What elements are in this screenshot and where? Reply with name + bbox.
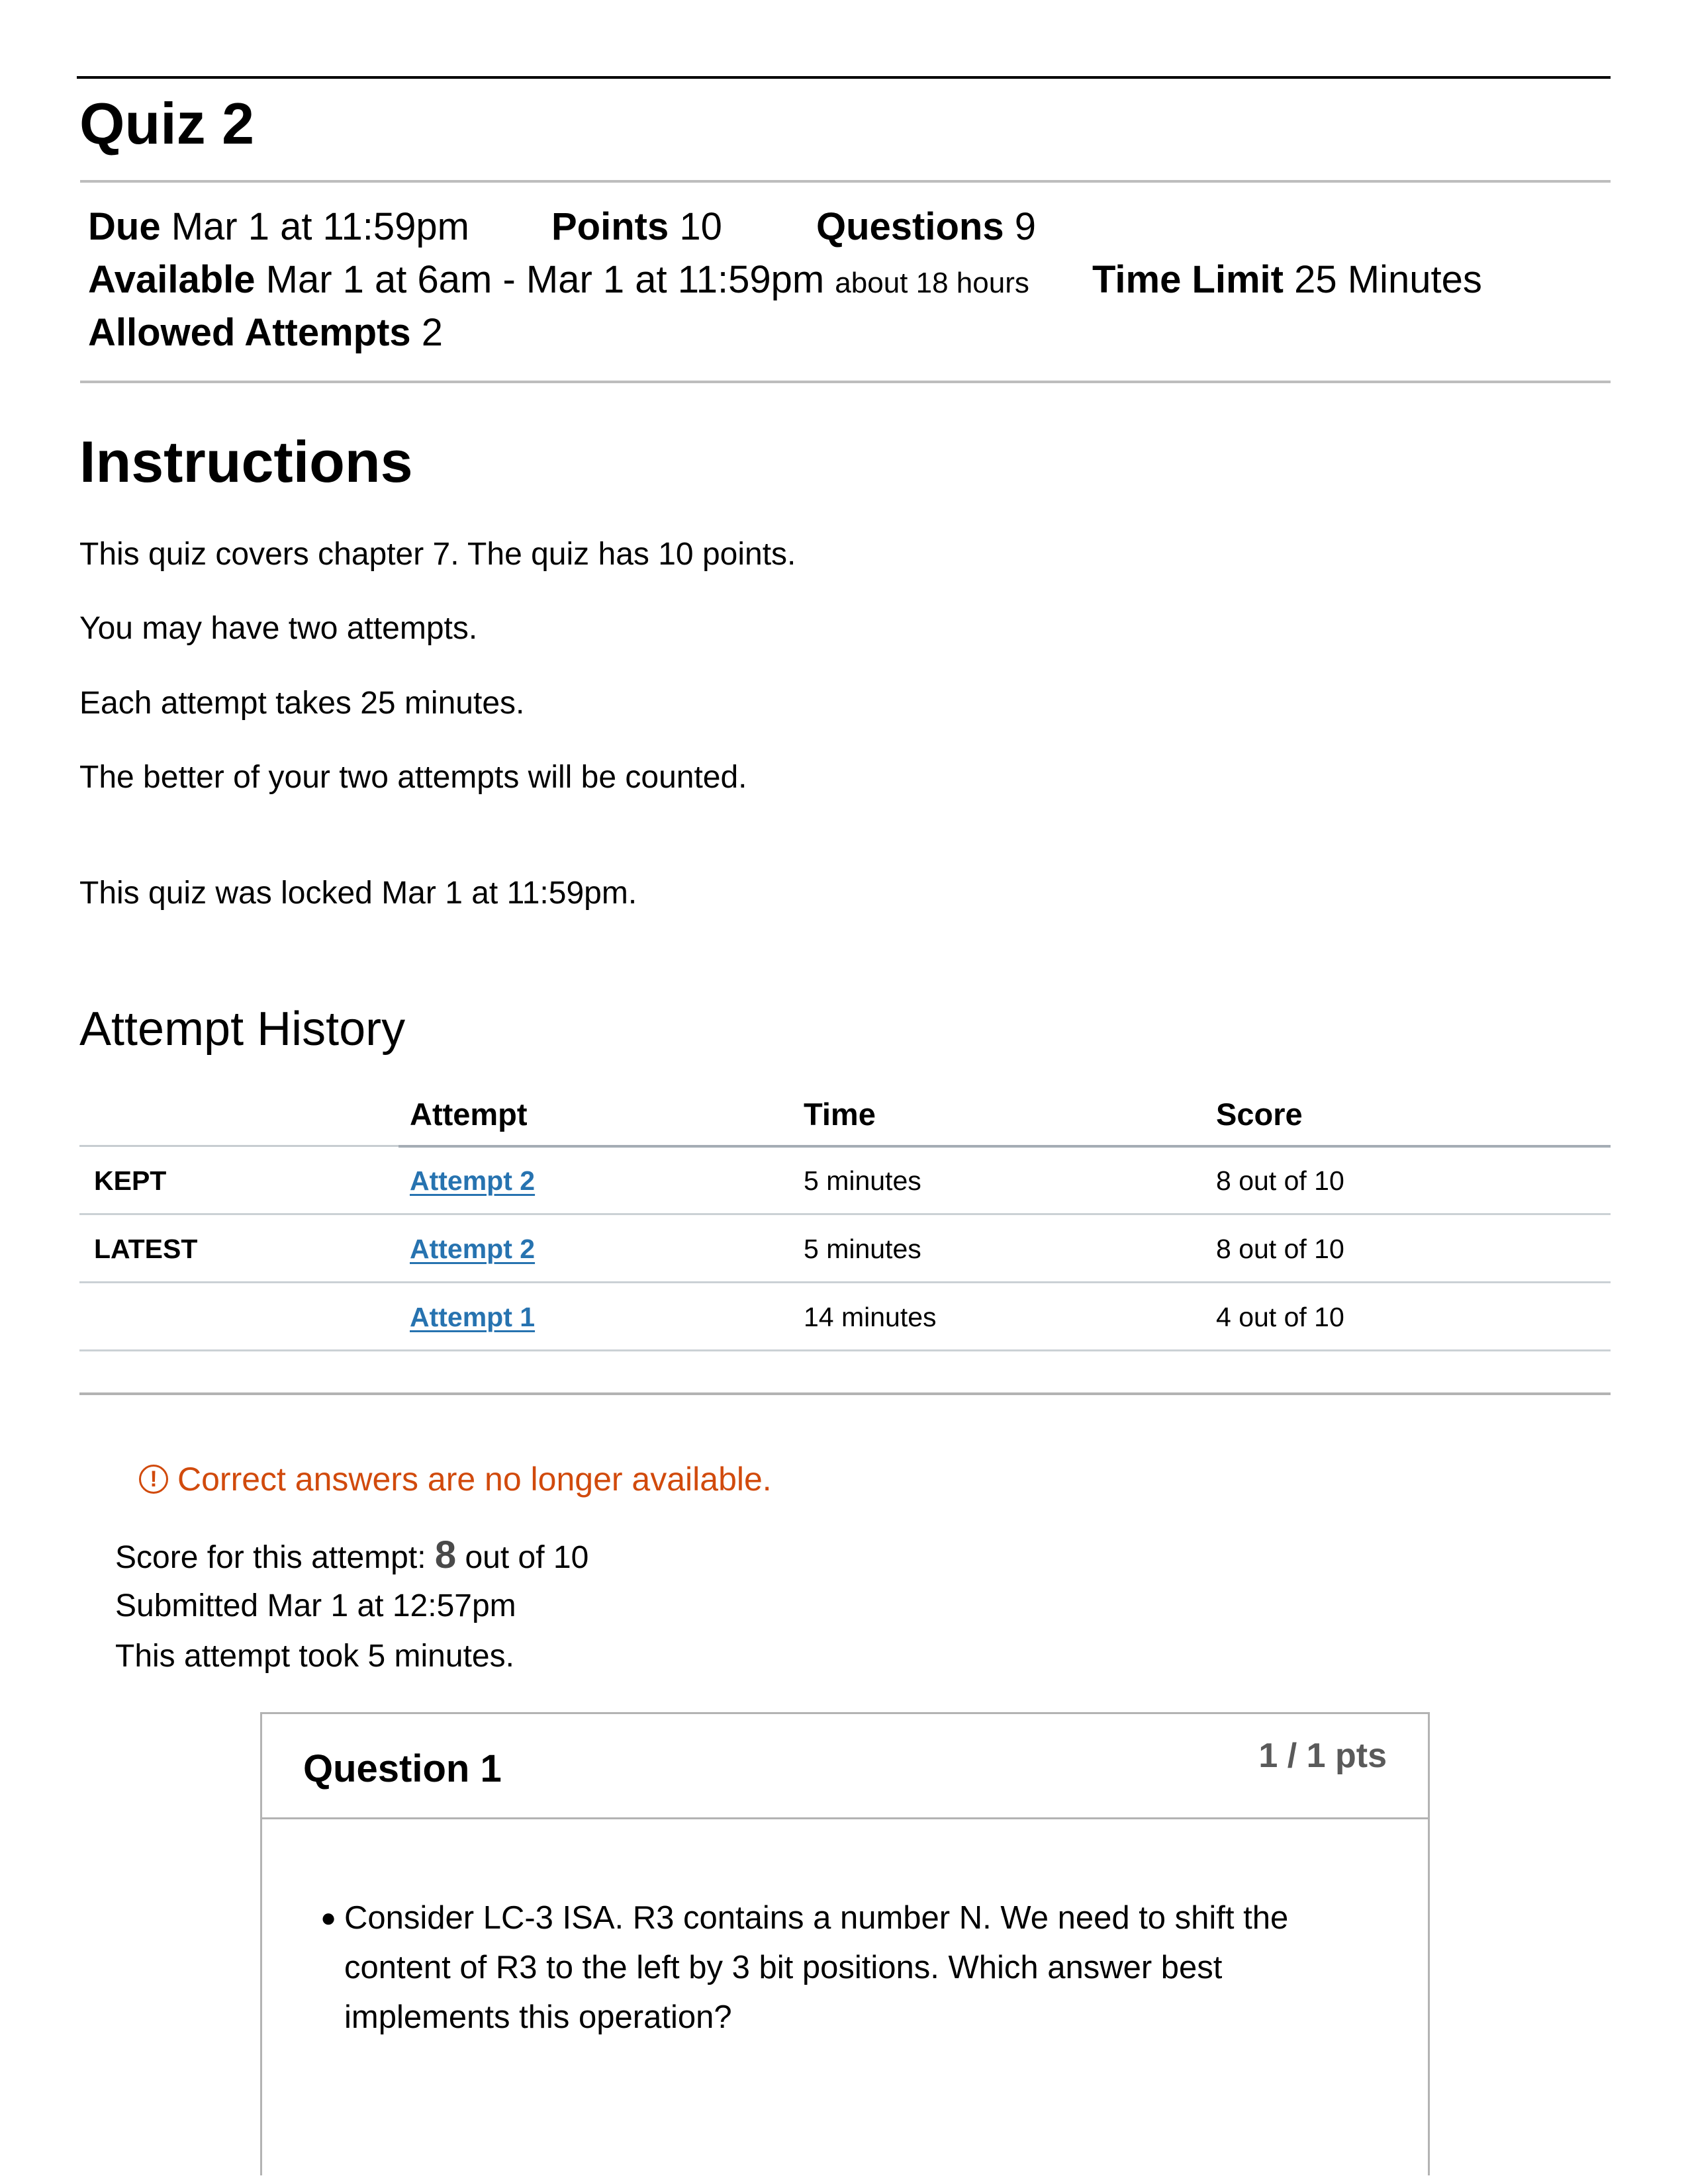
question-header: Question 1 1 / 1 pts	[262, 1714, 1428, 1819]
points-value: 10	[679, 205, 722, 248]
due-detail: Due Mar 1 at 11:59pm	[88, 204, 469, 250]
row-tag: KEPT	[94, 1165, 167, 1196]
attempt-duration: This attempt took 5 minutes.	[115, 1639, 514, 1674]
attempt-link[interactable]: Attempt 2	[410, 1163, 535, 1198]
column-header-score: Score	[1216, 1097, 1303, 1132]
top-rule	[77, 76, 1611, 79]
warning-text: Correct answers are no longer available.	[177, 1461, 772, 1498]
score-suffix: out of 10	[465, 1540, 589, 1575]
row-divider	[79, 1281, 1611, 1283]
available-label: Available	[88, 258, 256, 301]
question-text-list: ● Consider LC-3 ISA. R3 contains a numbe…	[320, 1893, 1337, 2042]
score-value: 8	[434, 1533, 457, 1576]
questions-detail: Questions 9	[816, 204, 1036, 250]
attempt-link[interactable]: Attempt 2	[410, 1232, 535, 1266]
divider	[80, 381, 1611, 383]
question-text: Consider LC-3 ISA. R3 contains a number …	[344, 1900, 1289, 2035]
attempt-history-heading: Attempt History	[79, 1003, 406, 1056]
attempt-score: 8 out of 10	[1216, 1234, 1344, 1264]
row-tag: LATEST	[94, 1234, 198, 1264]
allowed-attempts-value: 2	[421, 311, 444, 354]
table-header-rule	[79, 1145, 399, 1147]
available-value: Mar 1 at 6am - Mar 1 at 11:59pm	[265, 258, 825, 301]
available-duration: about 18 hours	[835, 267, 1029, 299]
available-detail: Available Mar 1 at 6am - Mar 1 at 11:59p…	[88, 257, 1029, 306]
due-label: Due	[88, 205, 161, 248]
time-limit-value: 25 Minutes	[1294, 258, 1482, 301]
instruction-paragraph: This quiz covers chapter 7. The quiz has…	[79, 537, 796, 572]
question-text-item: ● Consider LC-3 ISA. R3 contains a numbe…	[320, 1893, 1337, 2042]
submitted-time: Submitted Mar 1 at 12:57pm	[115, 1588, 516, 1623]
attempt-time: 5 minutes	[804, 1234, 921, 1264]
section-divider	[79, 1392, 1611, 1395]
page-title: Quiz 2	[79, 91, 255, 156]
row-divider	[79, 1349, 1611, 1351]
instruction-paragraph: The better of your two attempts will be …	[79, 760, 747, 795]
attempt-score: 8 out of 10	[1216, 1165, 1344, 1196]
question-card: Question 1 1 / 1 pts ● Consider LC-3 ISA…	[260, 1712, 1430, 2175]
row-divider	[79, 1213, 1611, 1215]
allowed-attempts-detail: Allowed Attempts 2	[88, 310, 443, 356]
questions-label: Questions	[816, 205, 1004, 248]
attempt-time: 14 minutes	[804, 1302, 937, 1332]
due-value: Mar 1 at 11:59pm	[171, 205, 469, 248]
time-limit-label: Time Limit	[1092, 258, 1284, 301]
attempt-link[interactable]: Attempt 1	[410, 1300, 535, 1334]
column-header-attempt: Attempt	[410, 1097, 528, 1132]
table-header-rule	[399, 1145, 1611, 1148]
locked-notice: This quiz was locked Mar 1 at 11:59pm.	[79, 876, 637, 911]
points-detail: Points 10	[551, 204, 722, 250]
time-limit-detail: Time Limit 25 Minutes	[1092, 257, 1482, 303]
divider	[80, 180, 1611, 183]
correct-answers-warning: ! Correct answers are no longer availabl…	[139, 1459, 772, 1499]
attempt-time: 5 minutes	[804, 1165, 921, 1196]
instructions-heading: Instructions	[79, 429, 413, 494]
questions-value: 9	[1014, 205, 1036, 248]
attempt-score-line: Score for this attempt: 8 out of 10	[115, 1535, 588, 1578]
question-title: Question 1	[303, 1747, 502, 1790]
allowed-attempts-label: Allowed Attempts	[88, 311, 411, 354]
score-label: Score for this attempt:	[115, 1540, 426, 1575]
points-label: Points	[551, 205, 669, 248]
instruction-paragraph: You may have two attempts.	[79, 611, 478, 646]
column-header-time: Time	[804, 1097, 876, 1132]
exclamation-circle-icon: !	[139, 1465, 168, 1494]
attempt-score: 4 out of 10	[1216, 1302, 1344, 1332]
bullet-icon: ●	[320, 1903, 337, 1933]
question-points: 1 / 1 pts	[1258, 1737, 1387, 1775]
instruction-paragraph: Each attempt takes 25 minutes.	[79, 686, 525, 721]
